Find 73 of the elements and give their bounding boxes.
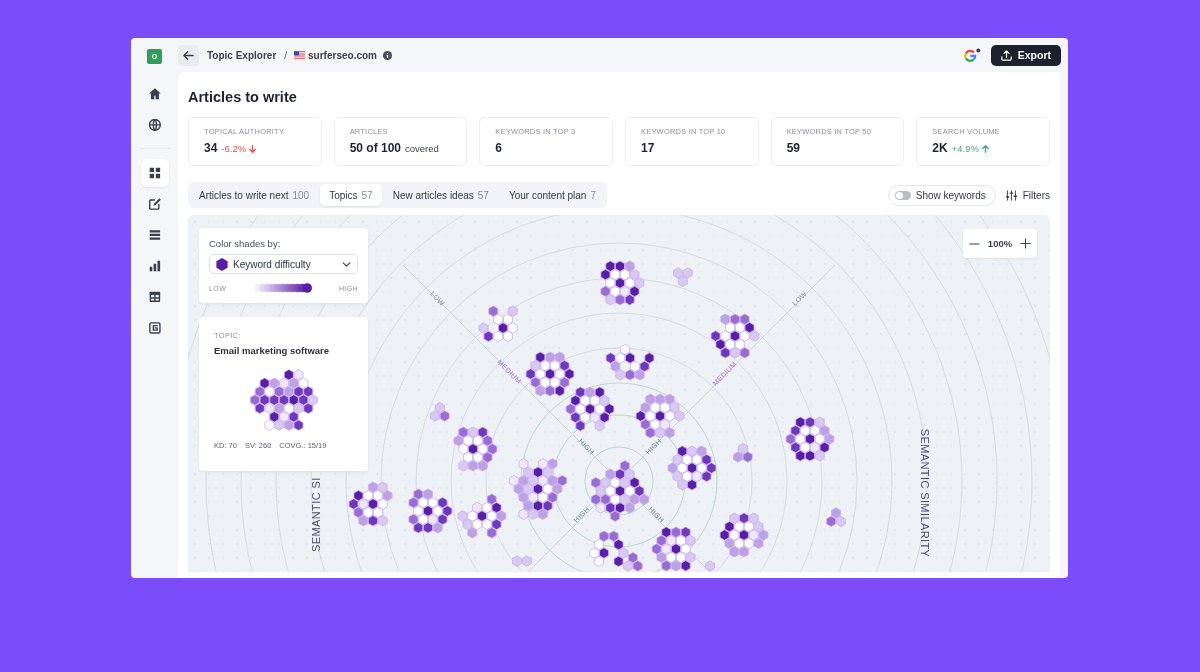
hexagon-icon — [216, 257, 228, 271]
stat-value: 17 — [641, 141, 655, 156]
stat-value: 2K — [932, 141, 948, 156]
table-icon — [148, 291, 161, 303]
upload-icon — [1000, 49, 1012, 61]
hexagon-cluster — [430, 402, 450, 422]
zoom-in-button[interactable] — [1020, 238, 1031, 249]
hexagon-cluster — [453, 426, 498, 472]
shade-select[interactable]: Keyword difficulty — [209, 254, 358, 274]
hexagon-cluster — [457, 493, 507, 539]
edit-document-icon — [148, 198, 161, 210]
breadcrumb-separator: / — [284, 49, 288, 61]
stat-value: 50 of 100 — [349, 141, 402, 156]
globe-icon — [148, 119, 161, 131]
switch-icon[interactable] — [894, 190, 911, 200]
tab[interactable]: Articles to write next 100 — [190, 184, 319, 206]
zoom-level: 100% — [987, 238, 1013, 249]
breadcrumb-link[interactable]: Topic Explorer — [207, 49, 277, 61]
stat-value: 34 — [204, 141, 218, 156]
stat-note: covered — [405, 143, 439, 154]
hexagon-cluster — [673, 267, 693, 287]
hexagon-cluster — [719, 512, 769, 558]
shade-gradient-icon — [253, 283, 312, 293]
hexagon-cluster — [348, 481, 393, 527]
tab[interactable]: Your content plan 7 — [499, 184, 605, 206]
hexagon-cluster — [508, 458, 568, 520]
flag-icon — [294, 51, 306, 59]
minus-icon — [969, 242, 980, 245]
sliders-icon — [1005, 189, 1017, 201]
hexagon-cluster — [565, 386, 615, 432]
hexagon-cluster — [651, 526, 696, 572]
hexagon-cluster — [512, 555, 532, 567]
bar-chart-icon — [148, 260, 161, 272]
hexagon-cluster — [408, 488, 453, 534]
export-button[interactable]: Export — [990, 44, 1061, 66]
hexagon-cluster — [605, 344, 655, 381]
stat-change: -6.2% — [221, 143, 247, 154]
stat-value: 59 — [786, 141, 800, 156]
hexagon-cluster — [525, 351, 575, 397]
plus-icon — [1020, 238, 1031, 249]
hexagon-cluster — [826, 507, 846, 527]
axis-label: SEMANTIC SIMILARITY — [919, 428, 931, 558]
hexagon-cluster — [478, 305, 518, 342]
domain-label: surferseo.com — [308, 49, 377, 61]
shade-label: Color shades by: — [209, 238, 281, 250]
zoom-out-button[interactable] — [969, 242, 980, 245]
info-icon[interactable] — [383, 50, 392, 60]
hexagon-cluster — [705, 560, 715, 572]
hexagon-cluster — [600, 260, 645, 306]
hexagon-cluster — [667, 445, 717, 491]
tab[interactable]: New articles ideas 57 — [383, 184, 498, 206]
tab[interactable]: Topics 57 — [320, 184, 382, 206]
hexagon-cluster — [590, 460, 650, 522]
hexagon-cluster — [710, 313, 760, 359]
page-title: Articles to write — [188, 88, 297, 106]
filters-button[interactable]: Filters — [1005, 189, 1050, 201]
topic-title: Email marketing software — [214, 345, 330, 357]
hexagon-cluster — [635, 393, 685, 439]
back-arrow-icon — [183, 49, 194, 61]
sidebar-item[interactable] — [140, 159, 169, 187]
stat-change: +4.9% — [951, 143, 979, 154]
stack-icon — [148, 229, 161, 241]
show-keywords-toggle[interactable]: Show keywords — [887, 184, 996, 206]
axis-label: SEMANTIC SI — [310, 477, 322, 552]
chevron-down-icon — [342, 261, 351, 267]
back-button[interactable] — [178, 44, 199, 66]
hexagon-cluster — [733, 443, 753, 463]
hexagon-cluster — [785, 416, 835, 462]
stat-value: 6 — [495, 141, 502, 156]
topic-hex-cluster — [248, 369, 319, 431]
g-logo-icon[interactable] — [962, 48, 981, 62]
home-icon — [148, 88, 161, 100]
grid-icon — [148, 167, 161, 179]
